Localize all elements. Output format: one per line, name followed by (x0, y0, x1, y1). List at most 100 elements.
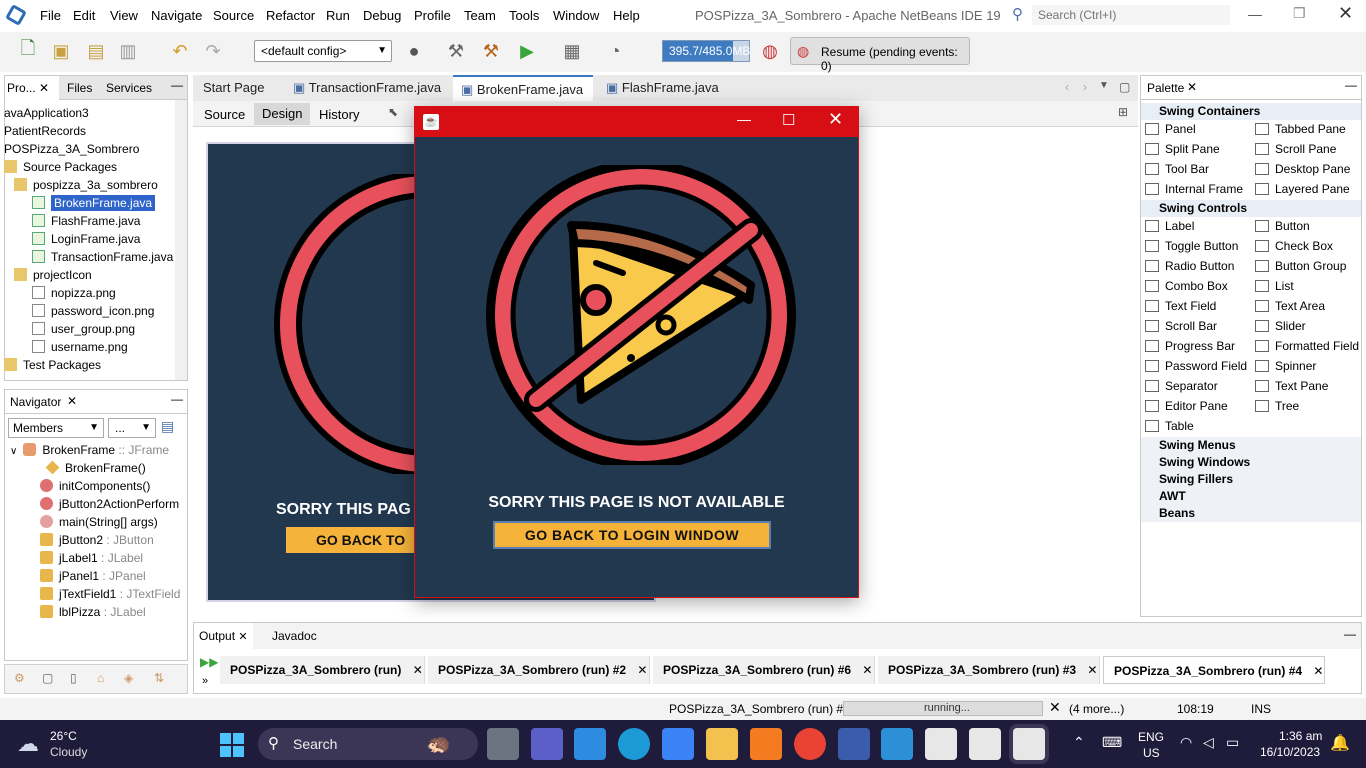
tab-services[interactable]: Services (106, 81, 152, 95)
tree-item[interactable]: FlashFrame.java (32, 212, 140, 230)
vscode-icon[interactable] (881, 728, 913, 760)
palette-item[interactable]: Scroll Pane (1255, 139, 1336, 159)
weather-condition[interactable]: Cloudy (50, 745, 87, 759)
lang-label[interactable]: ENG (1138, 730, 1164, 744)
notification-bell-icon[interactable]: 🔔 (1330, 733, 1350, 753)
clock-time[interactable]: 1:36 am (1279, 729, 1322, 743)
navigator-item[interactable]: ∨ BrokenFrame :: JFrame (10, 441, 169, 459)
tree-item[interactable]: PatientRecords (4, 122, 86, 140)
close-window-icon[interactable]: ✕ (828, 109, 843, 130)
tree-item[interactable]: pospizza_3a_sombrero (14, 176, 158, 194)
palette-item[interactable]: Desktop Pane (1255, 159, 1350, 179)
close-icon[interactable]: ✕ (413, 663, 423, 677)
tree-item[interactable]: Test Packages (4, 356, 101, 374)
new-file-icon[interactable]: 🗋 (16, 38, 40, 62)
resume-button[interactable]: ◍ Resume (pending events: 0) (790, 37, 970, 73)
palette-item[interactable]: Radio Button (1145, 256, 1234, 276)
close-icon[interactable]: ✕ (862, 663, 872, 677)
store-icon[interactable] (574, 728, 606, 760)
palette-item[interactable]: Toggle Button (1145, 236, 1238, 256)
run-icon[interactable]: ▶ (515, 40, 539, 62)
run-tab[interactable]: POSPizza_3A_Sombrero (run) #3 ✕ (878, 656, 1100, 684)
palette-item[interactable]: Tree (1255, 396, 1299, 416)
palette-item[interactable]: Tool Bar (1145, 159, 1209, 179)
palette-item[interactable]: Scroll Bar (1145, 316, 1217, 336)
palette-item[interactable]: Combo Box (1145, 276, 1228, 296)
scrollbar[interactable] (175, 100, 187, 380)
minimize-panel-icon[interactable]: — (171, 78, 183, 92)
restore-window-icon[interactable]: ❐ (1293, 5, 1306, 22)
filter-class-icon[interactable]: ◈ (124, 671, 133, 685)
volume-icon[interactable]: ◁ (1203, 734, 1214, 751)
cancel-task-icon[interactable]: ✕ (1049, 699, 1061, 716)
clean-build-icon[interactable]: ⚒ (479, 40, 503, 62)
palette-item[interactable]: Layered Pane (1255, 179, 1350, 199)
maximize-window-icon[interactable]: ☐ (782, 111, 795, 129)
tab-files[interactable]: Files (67, 81, 92, 95)
close-icon[interactable]: ✕ (238, 631, 247, 643)
java-app-icon-active[interactable] (1013, 728, 1045, 760)
navigator-item[interactable]: jButton2ActionPerform (40, 495, 179, 513)
minimize-panel-icon[interactable]: — (1345, 78, 1357, 92)
xampp-icon[interactable] (750, 728, 782, 760)
menu-navigate[interactable]: Navigate (151, 8, 202, 23)
scroll-left-icon[interactable]: ‹ (1065, 80, 1069, 94)
go-back-login-button[interactable]: GO BACK TO LOGIN WINDOW (493, 521, 771, 549)
file-explorer-icon[interactable] (706, 728, 738, 760)
tree-item[interactable]: TransactionFrame.java (32, 248, 173, 266)
menu-profile[interactable]: Profile (414, 8, 451, 23)
close-icon[interactable]: ✕ (1187, 80, 1197, 94)
wifi-icon[interactable]: ◠ (1180, 734, 1192, 751)
weather-temp[interactable]: 26°C (50, 729, 77, 743)
profile-icon[interactable]: ◔ (603, 40, 627, 62)
minimize-window-icon[interactable]: — (1248, 6, 1262, 22)
palette-item[interactable]: Slider (1255, 316, 1306, 336)
palette-item[interactable]: Button (1255, 216, 1310, 236)
edge-icon[interactable] (618, 728, 650, 760)
tree-item[interactable]: Source Packages (4, 158, 117, 176)
tab-projects[interactable]: Pro... ✕ (5, 76, 59, 100)
menu-refactor[interactable]: Refactor (266, 8, 315, 23)
navigator-item[interactable]: BrokenFrame() (45, 459, 146, 477)
palette-category[interactable]: Swing Fillers (1141, 471, 1361, 488)
navigator-item[interactable]: jButton2 : JButton (40, 531, 154, 549)
navigator-item[interactable]: jPanel1 : JPanel (40, 567, 146, 585)
save-all-icon[interactable]: ▥ (116, 40, 140, 62)
teams-icon[interactable] (531, 728, 563, 760)
debug-icon[interactable]: ▦ (560, 40, 584, 62)
close-icon[interactable]: ✕ (1313, 664, 1323, 678)
menu-window[interactable]: Window (553, 8, 599, 23)
chevron-down-icon[interactable]: ▼ (1099, 80, 1109, 91)
palette-item[interactable]: Split Pane (1145, 139, 1220, 159)
run-tab[interactable]: POSPizza_3A_Sombrero (run) #2 ✕ (428, 656, 650, 684)
palette-item[interactable]: Tabbed Pane (1255, 119, 1346, 139)
minimize-window-icon[interactable]: — (737, 111, 751, 127)
palette-item[interactable]: Label (1145, 216, 1194, 236)
close-icon[interactable]: ✕ (67, 394, 77, 408)
filter-select[interactable]: ... ▼ (108, 418, 156, 438)
scroll-right-icon[interactable]: › (1083, 80, 1087, 94)
open-project-icon[interactable]: ▤ (84, 40, 108, 62)
filter-options-icon[interactable]: ▤ (161, 418, 174, 435)
palette-item[interactable]: Separator (1145, 376, 1218, 396)
sort-icon[interactable]: ⇅ (154, 671, 164, 685)
status-more[interactable]: (4 more...) (1069, 702, 1124, 716)
tab-start-page[interactable]: Start Page ✕ (195, 75, 285, 121)
gc-icon[interactable]: ◍ (758, 40, 782, 62)
minimize-panel-icon[interactable]: — (1344, 627, 1356, 641)
tab-broken-frame[interactable]: ▣ BrokenFrame.java ✕ (453, 75, 593, 123)
palette-item[interactable]: Text Pane (1255, 376, 1328, 396)
palette-item[interactable]: Progress Bar (1145, 336, 1235, 356)
palette-item[interactable]: Text Field (1145, 296, 1216, 316)
battery-icon[interactable]: ▭ (1226, 734, 1239, 751)
design-back-button[interactable]: GO BACK TO (286, 527, 426, 553)
run-tab[interactable]: POSPizza_3A_Sombrero (run) ✕ (220, 656, 425, 684)
close-window-icon[interactable]: ✕ (1338, 3, 1353, 24)
menu-run[interactable]: Run (326, 8, 350, 23)
menu-team[interactable]: Team (464, 8, 496, 23)
palette-category[interactable]: Beans (1141, 505, 1361, 522)
rerun-icon[interactable]: ▶▶ (200, 655, 218, 669)
minimize-panel-icon[interactable]: — (171, 392, 183, 406)
tree-item[interactable]: projectIcon (14, 266, 92, 284)
maximize-icon[interactable]: ▢ (1119, 80, 1130, 94)
